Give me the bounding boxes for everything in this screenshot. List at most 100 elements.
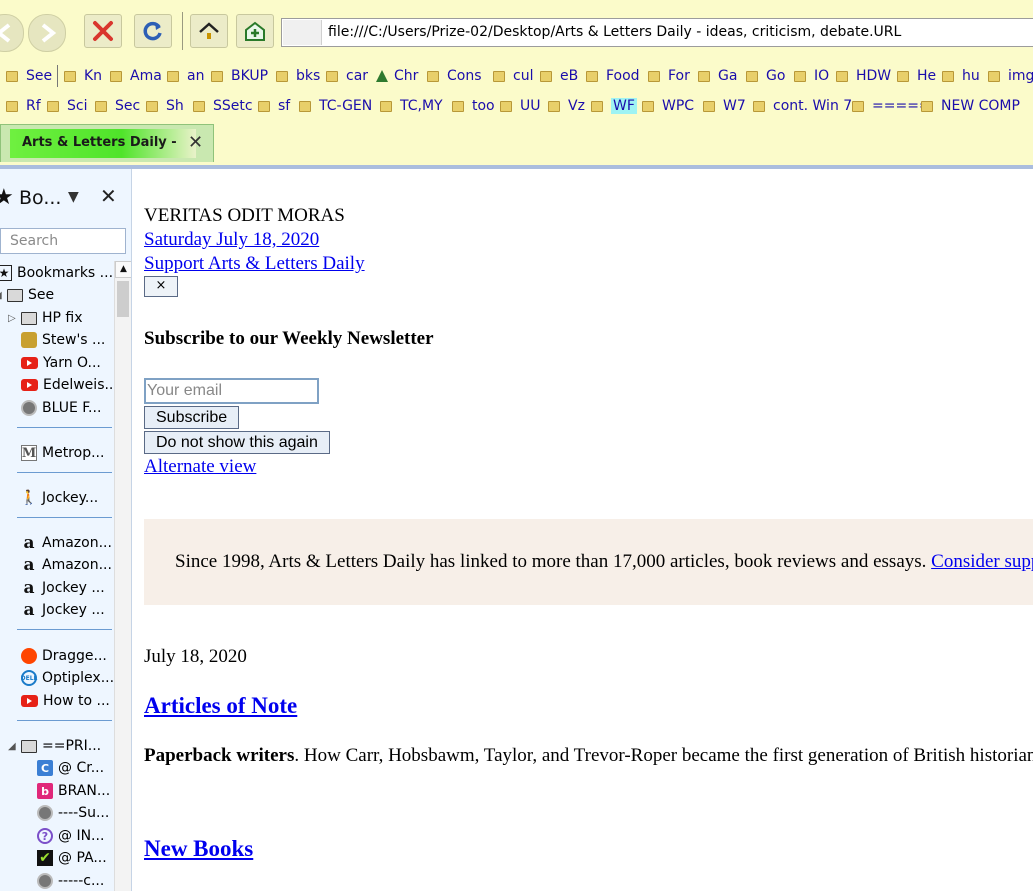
stop-x-icon [93,21,113,41]
bookmark-folder[interactable]: TC-GEN [299,97,372,115]
tab-active[interactable]: Arts & Letters Daily - ideas, criticism,… [0,124,214,162]
tree-item-bookmark[interactable]: ? @ IN... [37,826,104,846]
tree-item-bookmark[interactable]: Edelweis... [21,375,118,395]
bookmark-folder[interactable]: car [326,67,368,85]
bookmark-folder[interactable]: Ama [110,67,162,85]
folder-icon [6,100,18,112]
bookmark-folder[interactable]: Vz [548,97,585,115]
date-link[interactable]: Saturday July 18, 2020 [144,229,319,251]
bookmark-folder[interactable]: bks [276,67,320,85]
tree-item-bookmark[interactable]: Dragge... [21,646,107,666]
bookmark-folder[interactable]: img [988,67,1033,85]
bookmark-folder[interactable]: ===== [852,97,931,115]
bookmark-folder[interactable]: UU [500,97,541,115]
alternate-view-link[interactable]: Alternate view [144,456,256,478]
bookmark-folder[interactable]: Go [746,67,785,85]
tree-item-bookmark[interactable]: ✔ @ PA... [37,848,107,868]
subscribe-button[interactable]: Subscribe [144,406,240,429]
tree-item-folder[interactable]: ▷ HP fix [8,308,83,328]
sidebar-title[interactable]: Bo... [19,187,61,209]
email-input[interactable]: Your email [144,378,319,404]
save-page-icon [245,21,265,41]
tree-item-bookmarks[interactable]: ★Bookmarks ... [0,263,113,283]
bookmark-folder[interactable]: Chr [376,67,418,85]
address-bar[interactable]: file:///C:/Users/Prize-02/Desktop/Arts &… [281,18,1033,47]
bookmark-folder[interactable]: Rf [6,97,41,115]
support-link[interactable]: Support Arts & Letters Daily [144,253,365,275]
bookmark-folder[interactable]: cont. Win 7 [753,97,852,115]
bookmark-folder[interactable]: IO [794,67,829,85]
bookmark-folder[interactable]: Sec [95,97,140,115]
up-button[interactable] [190,14,228,48]
sidebar-search-input[interactable]: Search [0,228,126,254]
forward-button[interactable] [28,14,66,52]
search-placeholder: Search [10,233,59,249]
bookmark-folder[interactable]: sf [258,97,290,115]
tree-item-bookmark[interactable]: 🚶 Jockey... [20,488,98,508]
sidebar-scrollbar[interactable]: ▲ [114,261,131,891]
bookmark-folder[interactable]: Kn [64,67,102,85]
tree-item-bookmark[interactable]: ----Su... [37,803,109,823]
tree-item-bookmark[interactable]: a Jockey ... [21,578,104,598]
new-books-heading[interactable]: New Books [144,836,253,862]
bookmark-folder[interactable]: cul [493,67,533,85]
sidebar-close-icon[interactable]: ✕ [100,184,117,208]
folder-icon [146,100,158,112]
articles-of-note-heading[interactable]: Articles of Note [144,693,297,719]
folder-icon [836,70,848,82]
bookmark-folder[interactable]: TC,MY [380,97,443,115]
bookmark-folder[interactable]: BKUP [211,67,268,85]
folder-icon [988,70,1000,82]
bookmark-folder[interactable]: hu [942,67,980,85]
tree-item-bookmark[interactable]: C @ Cr... [37,758,104,778]
tree-separator [17,720,112,721]
save-page-button[interactable] [236,14,274,48]
bookmark-folder[interactable]: W7 [703,97,746,115]
bookmark-folder[interactable]: eB [540,67,578,85]
bookmark-folder[interactable]: Food [586,67,640,85]
newsletter-close-button[interactable]: × [144,276,178,297]
bookmark-folder-highlighted[interactable]: WF [591,97,637,115]
address-text[interactable]: file:///C:/Users/Prize-02/Desktop/Arts &… [328,24,901,40]
tab-close-icon[interactable]: ✕ [188,132,203,153]
folder-icon [21,739,37,753]
bookmark-folder[interactable]: See [6,67,52,85]
tree-item-bookmark[interactable]: DELL Optiplex... [21,668,114,688]
bookmark-folder[interactable]: He [897,67,936,85]
consider-supporting-link[interactable]: Consider supporting us [931,551,1033,572]
tree-item-bookmark[interactable]: -----c... [37,871,104,891]
bookmark-folder[interactable]: SSetc [193,97,253,115]
tree-item-bookmark[interactable]: a Amazon... [21,555,111,575]
folder-icon [586,70,598,82]
dont-show-again-button[interactable]: Do not show this again [144,431,330,454]
tree-item-bookmark[interactable]: a Jockey ... [21,600,104,620]
bookmark-folder[interactable]: Sci [47,97,87,115]
tree-item-folder[interactable]: ◢See [0,285,54,305]
bookmark-folder[interactable]: For [648,67,690,85]
tree-item-bookmark[interactable]: How to ... [21,691,110,711]
bookmark-folder[interactable]: NEW COMP [921,97,1020,115]
article-title[interactable]: Paperback writers [144,745,294,766]
scrollbar-thumb[interactable] [117,281,129,317]
bookmark-folder[interactable]: HDW [836,67,891,85]
browser-toolbar: file:///C:/Users/Prize-02/Desktop/Arts &… [0,0,1033,62]
tree-item-bookmark[interactable]: a Amazon... [21,533,111,553]
stop-button[interactable] [84,14,122,48]
bookmark-folder[interactable]: an [167,67,204,85]
reload-button[interactable] [134,14,172,48]
bookmark-folder[interactable]: WPC [642,97,694,115]
back-button[interactable] [0,14,24,52]
tree-item-bookmark[interactable]: b BRAN... [37,781,110,801]
tree-item-bookmark[interactable]: BLUE F... [21,398,101,418]
tree-item-bookmark[interactable]: Yarn O... [21,353,101,373]
bookmark-folder[interactable]: Sh [146,97,184,115]
tree-item-bookmark[interactable]: Stew's ... [21,330,105,350]
bookmark-folder[interactable]: Ga [698,67,737,85]
site-identity-icon[interactable] [283,20,322,45]
tree-item-bookmark[interactable]: M Metrop... [21,443,104,463]
bookmark-folder[interactable]: Cons [427,67,482,85]
tree-item-folder[interactable]: ◢ ==PRI... [8,736,101,756]
scroll-up-icon[interactable]: ▲ [115,261,131,278]
chevron-down-icon[interactable]: ▼ [68,189,79,205]
bookmark-folder[interactable]: too [452,97,495,115]
